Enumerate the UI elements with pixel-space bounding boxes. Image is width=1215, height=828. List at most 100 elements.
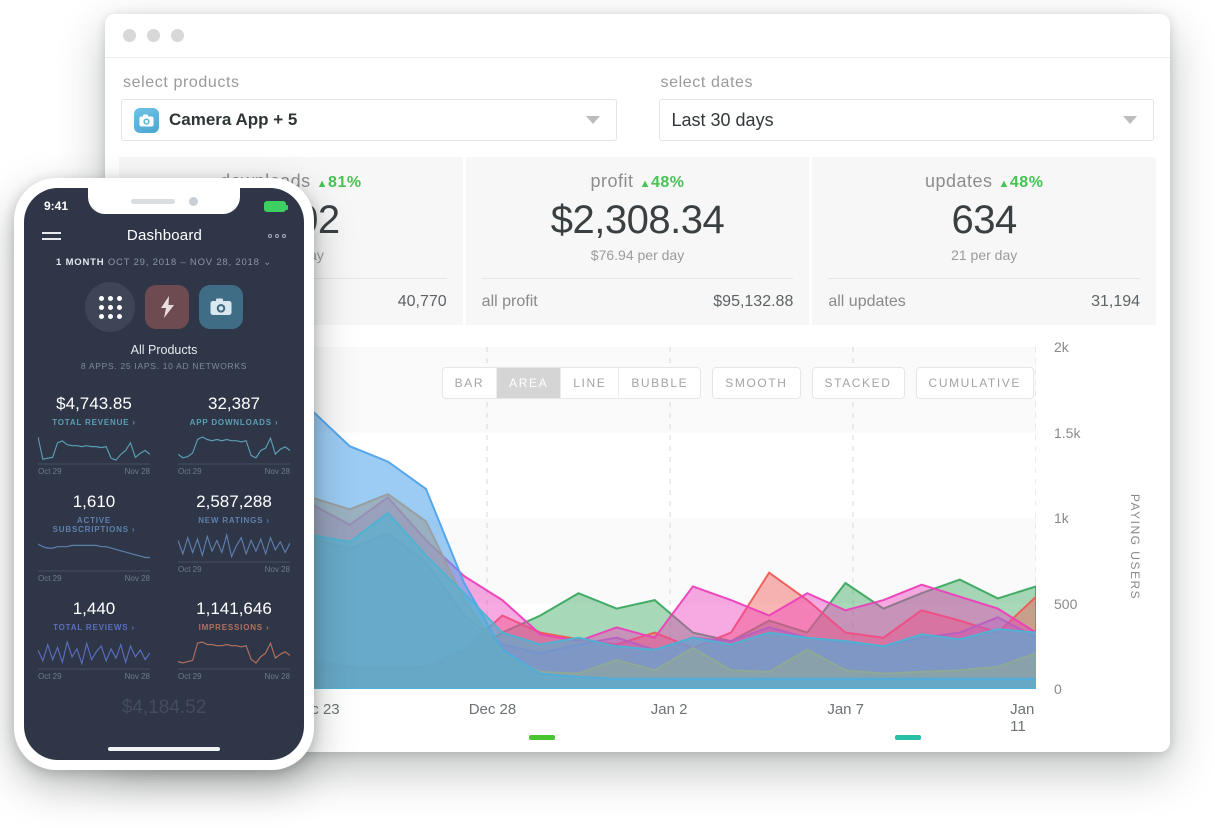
y-axis-tick: 500 (1054, 595, 1078, 612)
phone-notch (88, 188, 240, 214)
lightning-app-icon[interactable] (145, 285, 189, 329)
phone-stat-label[interactable]: ACTIVE SUBSCRIPTIONS › (38, 516, 150, 534)
sparkline-end-date: Nov 28 (124, 467, 150, 476)
chart-button-group: CUMULATIVE (915, 367, 1034, 399)
phone-stat-card[interactable]: $4,743.85 TOTAL REVENUE › Oct 29 Nov 28 (24, 384, 164, 482)
phone-stat-date-range: Oct 29 Nov 28 (178, 672, 290, 681)
x-axis-tick: Jan 11 (1010, 701, 1035, 735)
chart-y-axis: 0 500 1k 1.5k 2k (1054, 339, 1098, 697)
ellipsis-icon[interactable] (268, 233, 286, 238)
all-products-grid-icon[interactable] (85, 282, 135, 332)
phone-stat-card[interactable]: 1,610 ACTIVE SUBSCRIPTIONS › Oct 29 Nov 28 (24, 482, 164, 589)
camera-app-icon (134, 107, 159, 133)
legend-color-swatch (894, 735, 921, 740)
kpi-card-total-value: 31,194 (1091, 293, 1141, 310)
grid-dots (98, 295, 122, 319)
phone-stat-card[interactable]: 32,387 APP DOWNLOADS › Oct 29 Nov 28 (164, 384, 304, 482)
kpi-card-delta: ▲48% (640, 174, 685, 191)
phone-stat-card[interactable]: 2,587,288 NEW RATINGS › Oct 29 Nov 28 (164, 482, 304, 589)
phone-products-meta: 8 APPS. 25 IAPS. 10 AD NETWORKS (80, 361, 248, 371)
chevron-down-icon[interactable] (585, 116, 600, 124)
date-filter: select dates Last 30 days (658, 74, 1154, 141)
chart-type-bar-button[interactable]: BAR (442, 368, 498, 398)
speaker-icon (130, 198, 175, 204)
chevron-down-icon[interactable] (1123, 116, 1137, 124)
kpi-card-value: $2,308.34 (550, 198, 725, 242)
sparkline-end-date: Nov 28 (264, 672, 290, 681)
phone-stat-card[interactable]: 1,141,646 IMPRESSIONS › Oct 29 Nov 28 (164, 589, 304, 687)
triangle-up-icon: ▲ (998, 178, 1010, 190)
triangle-up-icon: ▲ (316, 178, 329, 190)
phone-stat-date-range: Oct 29 Nov 28 (38, 672, 150, 681)
kpi-card-delta-value: 48% (650, 174, 685, 191)
kpi-card-delta: ▲81% (317, 174, 362, 191)
kpi-card-total-label: all updates (828, 293, 906, 310)
phone-page-title: Dashboard (126, 227, 203, 244)
phone-stat-sparkline (178, 640, 290, 670)
phone-stat-sparkline (178, 435, 290, 465)
phone-app-icons (24, 282, 304, 332)
kpi-card-total-value: 40,770 (397, 293, 447, 310)
phone-stat-label[interactable]: IMPRESSIONS › (178, 623, 290, 632)
sparkline-start-date: Oct 29 (178, 565, 202, 574)
date-select-value: Last 30 days (671, 109, 774, 130)
chart-type-area-button[interactable]: AREA (497, 368, 562, 398)
date-select[interactable]: Last 30 days (658, 99, 1154, 141)
window-titlebar (105, 14, 1170, 58)
kpi-card-per-day: $76.94 per day (590, 247, 685, 263)
status-time: 9:41 (44, 199, 69, 213)
y-axis-tick: 0 (1054, 681, 1062, 697)
camera-app-icon[interactable] (199, 285, 243, 329)
phone-stat-label[interactable]: NEW RATINGS › (178, 516, 290, 525)
chart-type-stacked-button[interactable]: STACKED (812, 368, 904, 398)
kpi-card-value: 634 (951, 198, 1018, 242)
product-select[interactable]: Camera App + 5 (121, 99, 617, 141)
kpi-card-profit: profit ▲48% $2,308.34 $76.94 per day all … (465, 157, 810, 325)
phone-screen: 9:41 ➤ Dashboard 1 MONTH OCT 29, 2018 – … (24, 188, 304, 760)
phone-stat-label[interactable]: APP DOWNLOADS › (178, 418, 290, 427)
front-camera-icon (188, 196, 198, 206)
sparkline-start-date: Oct 29 (178, 467, 202, 476)
hamburger-icon[interactable] (42, 231, 61, 240)
phone-stat-sparkline (38, 435, 150, 465)
chart-type-cumulative-button[interactable]: CUMULATIVE (916, 368, 1033, 398)
product-filter-label: select products (123, 74, 240, 91)
sparkline-end-date: Nov 28 (264, 565, 290, 574)
product-select-value: Camera App + 5 (169, 110, 298, 129)
phone-stat-value: 1,610 (72, 492, 116, 511)
close-icon[interactable] (123, 29, 136, 42)
kpi-card-total-label: all profit (481, 293, 538, 310)
phone-stat-label[interactable]: TOTAL REVIEWS › (38, 623, 150, 632)
home-indicator[interactable] (108, 747, 220, 751)
y-axis-tick: 1k (1054, 510, 1069, 526)
phone-stat-value: $4,743.85 (56, 394, 132, 413)
phone-stat-date-range: Oct 29 Nov 28 (38, 574, 150, 583)
y-axis-tick: 2k (1054, 339, 1069, 355)
phone-stat-card[interactable]: 1,440 TOTAL REVIEWS › Oct 29 Nov 28 (24, 589, 164, 687)
sparkline-end-date: Nov 28 (124, 672, 150, 681)
phone-stat-date-range: Oct 29 Nov 28 (178, 467, 290, 476)
maximize-icon[interactable] (171, 29, 184, 42)
chart-type-smooth-button[interactable]: SMOOTH (713, 368, 800, 398)
kpi-card-per-day: 21 per day (951, 247, 1018, 263)
phone-stat-date-range: Oct 29 Nov 28 (38, 467, 150, 476)
product-filter: select products Camera App + 5 (121, 74, 617, 141)
kpi-card-delta-value: 48% (1009, 174, 1044, 191)
legend-color-swatch (528, 735, 555, 740)
minimize-icon[interactable] (147, 29, 160, 42)
chart-toolbar: BAR AREA LINE BUBBLE SMOOTH STACKED CUMULATIVE (441, 367, 1034, 399)
phone-mockup: 9:41 ➤ Dashboard 1 MONTH OCT 29, 2018 – … (14, 178, 314, 770)
chart-type-line-button[interactable]: LINE (561, 368, 620, 398)
kpi-card-footer: all updates 31,194 (828, 278, 1141, 311)
phone-stat-value: 1,141,646 (196, 599, 272, 618)
phone-date-range[interactable]: 1 MONTH OCT 29, 2018 – NOV 28, 2018 ⌄ (24, 257, 304, 268)
chart-type-bubble-button[interactable]: BUBBLE (619, 368, 701, 398)
phone-stat-value: 2,587,288 (196, 492, 272, 511)
phone-stat-label[interactable]: TOTAL REVENUE › (38, 418, 150, 427)
x-axis-tick: Dec 28 (468, 701, 517, 718)
y-axis-tick: 1.5k (1054, 424, 1081, 441)
kpi-card-delta-value: 81% (328, 174, 362, 191)
chart-button-group: STACKED (811, 367, 905, 399)
chevron-down-icon[interactable]: ⌄ (263, 257, 272, 268)
triangle-up-icon: ▲ (639, 178, 651, 190)
